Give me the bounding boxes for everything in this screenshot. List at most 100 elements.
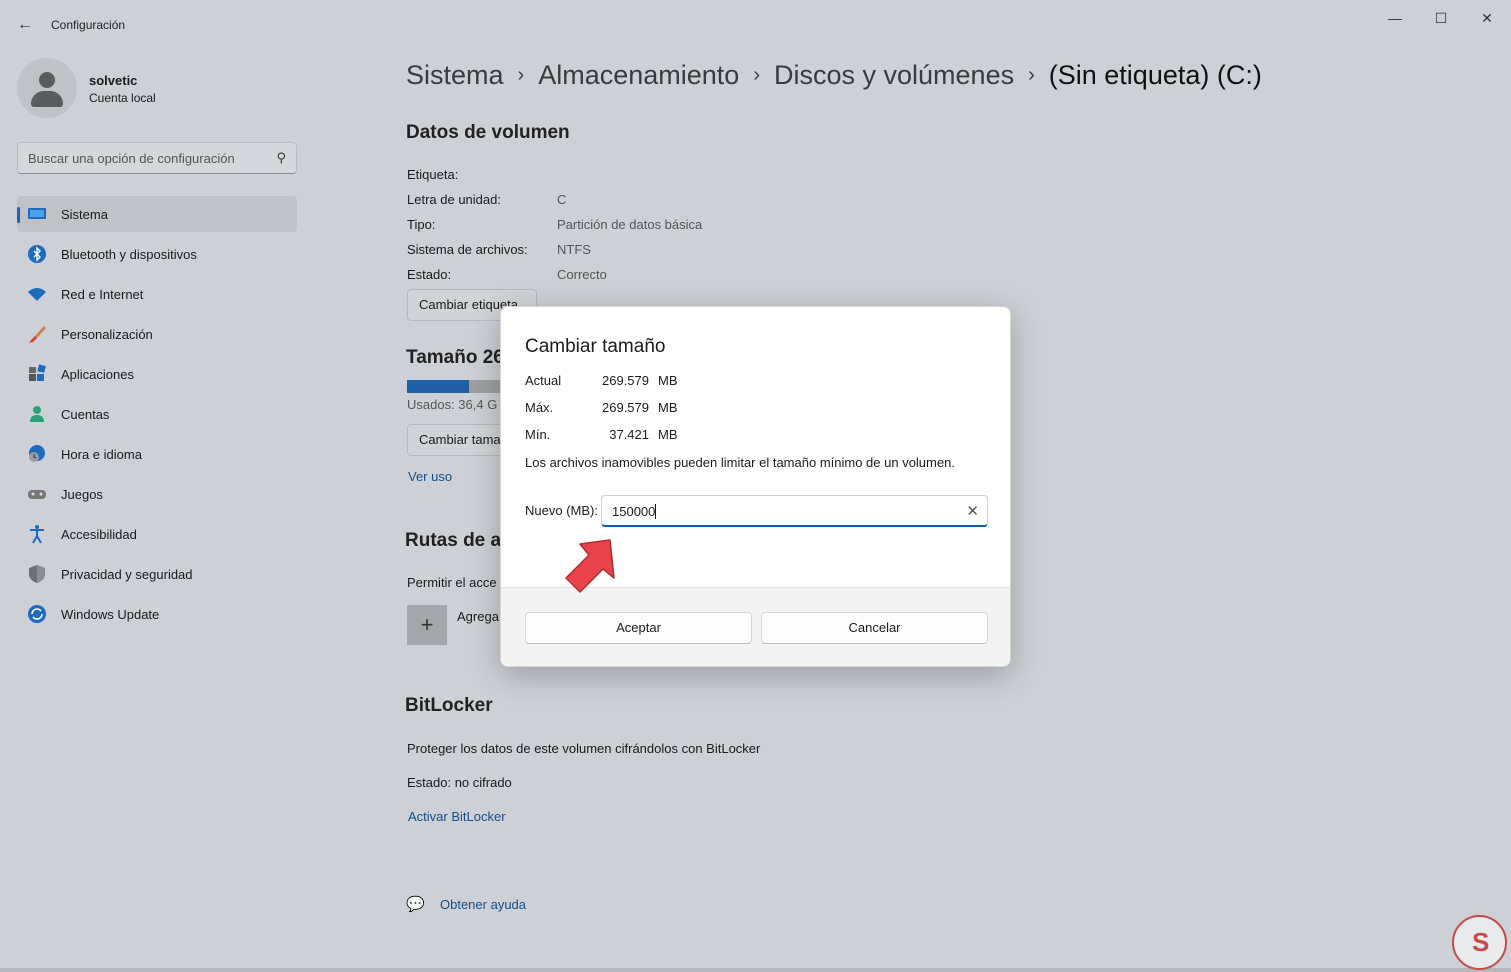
label-estado: Estado: [407, 267, 452, 282]
new-size-value: 150000 [612, 504, 657, 519]
get-help-link[interactable]: Obtener ayuda [440, 897, 526, 912]
avatar-head-icon [39, 72, 55, 88]
bitlocker-description: Proteger los datos de este volumen cifrá… [407, 741, 761, 756]
max-size-value: 269.579 [602, 400, 649, 415]
close-button[interactable]: ✕ [1464, 8, 1510, 28]
current-size-unit: MB [658, 373, 678, 388]
value-sistema-archivos: NTFS [557, 242, 591, 257]
current-size-value: 269.579 [602, 373, 649, 388]
new-size-label: Nuevo (MB): [525, 503, 598, 518]
sidebar-item-aplicaciones[interactable]: Aplicaciones [17, 356, 297, 392]
bluetooth-icon [27, 244, 47, 264]
search-icon[interactable]: ⚲ [276, 150, 286, 166]
clock-globe-icon [27, 444, 47, 464]
value-tipo: Partición de datos básica [557, 217, 703, 232]
brush-icon [27, 324, 47, 344]
label-sistema-archivos: Sistema de archivos: [407, 242, 528, 257]
minimize-button[interactable]: — [1372, 8, 1418, 28]
sidebar-item-label: Hora e idioma [61, 447, 142, 462]
sidebar-item-label: Privacidad y seguridad [61, 567, 193, 582]
watermark-logo: S [1452, 915, 1507, 970]
search-input[interactable]: Buscar una opción de configuración ⚲ [17, 142, 297, 174]
sidebar-item-privacidad[interactable]: Privacidad y seguridad [17, 556, 297, 592]
value-letra: C [557, 192, 567, 207]
max-size-label: Máx. [525, 400, 554, 415]
sidebar-item-label: Sistema [61, 207, 108, 222]
chevron-right-icon: › [1028, 64, 1035, 86]
used-space-text: Usados: 36,4 G [407, 397, 498, 412]
annotation-arrow-icon [565, 539, 615, 593]
sidebar-item-label: Cuentas [61, 407, 110, 422]
breadcrumb-item-discos[interactable]: Discos y volúmenes [774, 60, 1014, 90]
wifi-icon [27, 284, 47, 304]
avatar-body-icon [31, 91, 63, 107]
breadcrumb-item-sistema[interactable]: Sistema [406, 60, 504, 90]
account-type: Cuenta local [89, 91, 156, 105]
min-size-value: 37.421 [609, 427, 649, 442]
sidebar-nav: Sistema Bluetooth y dispositivos Red e I… [17, 196, 297, 636]
min-size-unit: MB [658, 427, 678, 442]
volume-data-title: Datos de volumen [406, 122, 570, 143]
window-bottom-edge [0, 968, 1511, 972]
sidebar-item-sistema[interactable]: Sistema [17, 196, 297, 232]
sidebar-item-bluetooth[interactable]: Bluetooth y dispositivos [17, 236, 297, 272]
label-letra: Letra de unidad: [407, 192, 501, 207]
chevron-right-icon: › [753, 64, 760, 86]
add-path-label[interactable]: Agrega [457, 609, 499, 624]
title-bar: ← Configuración — ☐ ✕ [0, 0, 1511, 50]
breadcrumb-item-almacenamiento[interactable]: Almacenamiento [538, 60, 739, 90]
cancel-button[interactable]: Cancelar [761, 612, 988, 644]
update-icon [27, 604, 47, 624]
search-placeholder: Buscar una opción de configuración [28, 151, 235, 166]
dialog-title: Cambiar tamaño [525, 336, 666, 357]
min-size-label: Mín. [525, 427, 551, 442]
dialog-note: Los archivos inamovibles pueden limitar … [525, 455, 955, 470]
new-size-input[interactable]: 150000 ✕ [601, 495, 988, 527]
usage-bar [407, 380, 507, 393]
sidebar-item-label: Personalización [61, 327, 153, 342]
sidebar-item-label: Accesibilidad [61, 527, 137, 542]
user-name: solvetic [89, 73, 138, 88]
paths-description: Permitir el acce [407, 575, 497, 590]
label-tipo: Tipo: [407, 217, 436, 232]
sidebar-item-label: Juegos [61, 487, 103, 502]
bitlocker-status: Estado: no cifrado [407, 775, 512, 790]
plus-icon[interactable]: + [407, 605, 447, 645]
dialog-footer: Aceptar Cancelar [501, 587, 1010, 666]
activate-bitlocker-link[interactable]: Activar BitLocker [408, 809, 506, 824]
value-estado: Correcto [557, 267, 607, 282]
sidebar-item-label: Red e Internet [61, 287, 144, 302]
sidebar-item-windows-update[interactable]: Windows Update [17, 596, 297, 632]
size-title: Tamaño 26 [406, 347, 504, 368]
paths-title: Rutas de a [405, 530, 502, 551]
help-chat-icon: 💬 [406, 896, 425, 913]
sidebar-item-hora[interactable]: Hora e idioma [17, 436, 297, 472]
sidebar-item-label: Aplicaciones [61, 367, 134, 382]
sidebar-item-red[interactable]: Red e Internet [17, 276, 297, 312]
max-size-unit: MB [658, 400, 678, 415]
label-etiqueta: Etiqueta: [407, 167, 459, 182]
resize-button[interactable]: Cambiar tama [407, 424, 507, 456]
person-icon [27, 404, 47, 424]
user-profile[interactable]: solvetic Cuenta local [17, 58, 297, 118]
resize-dialog: Cambiar tamaño Actual 269.579 MB Máx. 26… [500, 306, 1011, 667]
sidebar-item-juegos[interactable]: Juegos [17, 476, 297, 512]
maximize-button[interactable]: ☐ [1418, 8, 1464, 28]
accessibility-icon [27, 524, 47, 544]
selection-indicator [17, 207, 20, 223]
bitlocker-title: BitLocker [405, 695, 493, 716]
accept-button[interactable]: Aceptar [525, 612, 752, 644]
breadcrumb-current: (Sin etiqueta) (C:) [1048, 60, 1262, 90]
sidebar-item-label: Bluetooth y dispositivos [61, 247, 197, 262]
gamepad-icon [27, 484, 47, 504]
sidebar-item-cuentas[interactable]: Cuentas [17, 396, 297, 432]
usage-bar-fill [407, 380, 469, 393]
clear-x-icon[interactable]: ✕ [966, 502, 979, 520]
sidebar-item-accesibilidad[interactable]: Accesibilidad [17, 516, 297, 552]
apps-icon [27, 364, 47, 384]
arrow-left-icon[interactable]: ← [14, 14, 36, 36]
view-usage-link[interactable]: Ver uso [408, 469, 452, 484]
monitor-icon [27, 204, 47, 224]
avatar [17, 58, 77, 118]
sidebar-item-personalizacion[interactable]: Personalización [17, 316, 297, 352]
